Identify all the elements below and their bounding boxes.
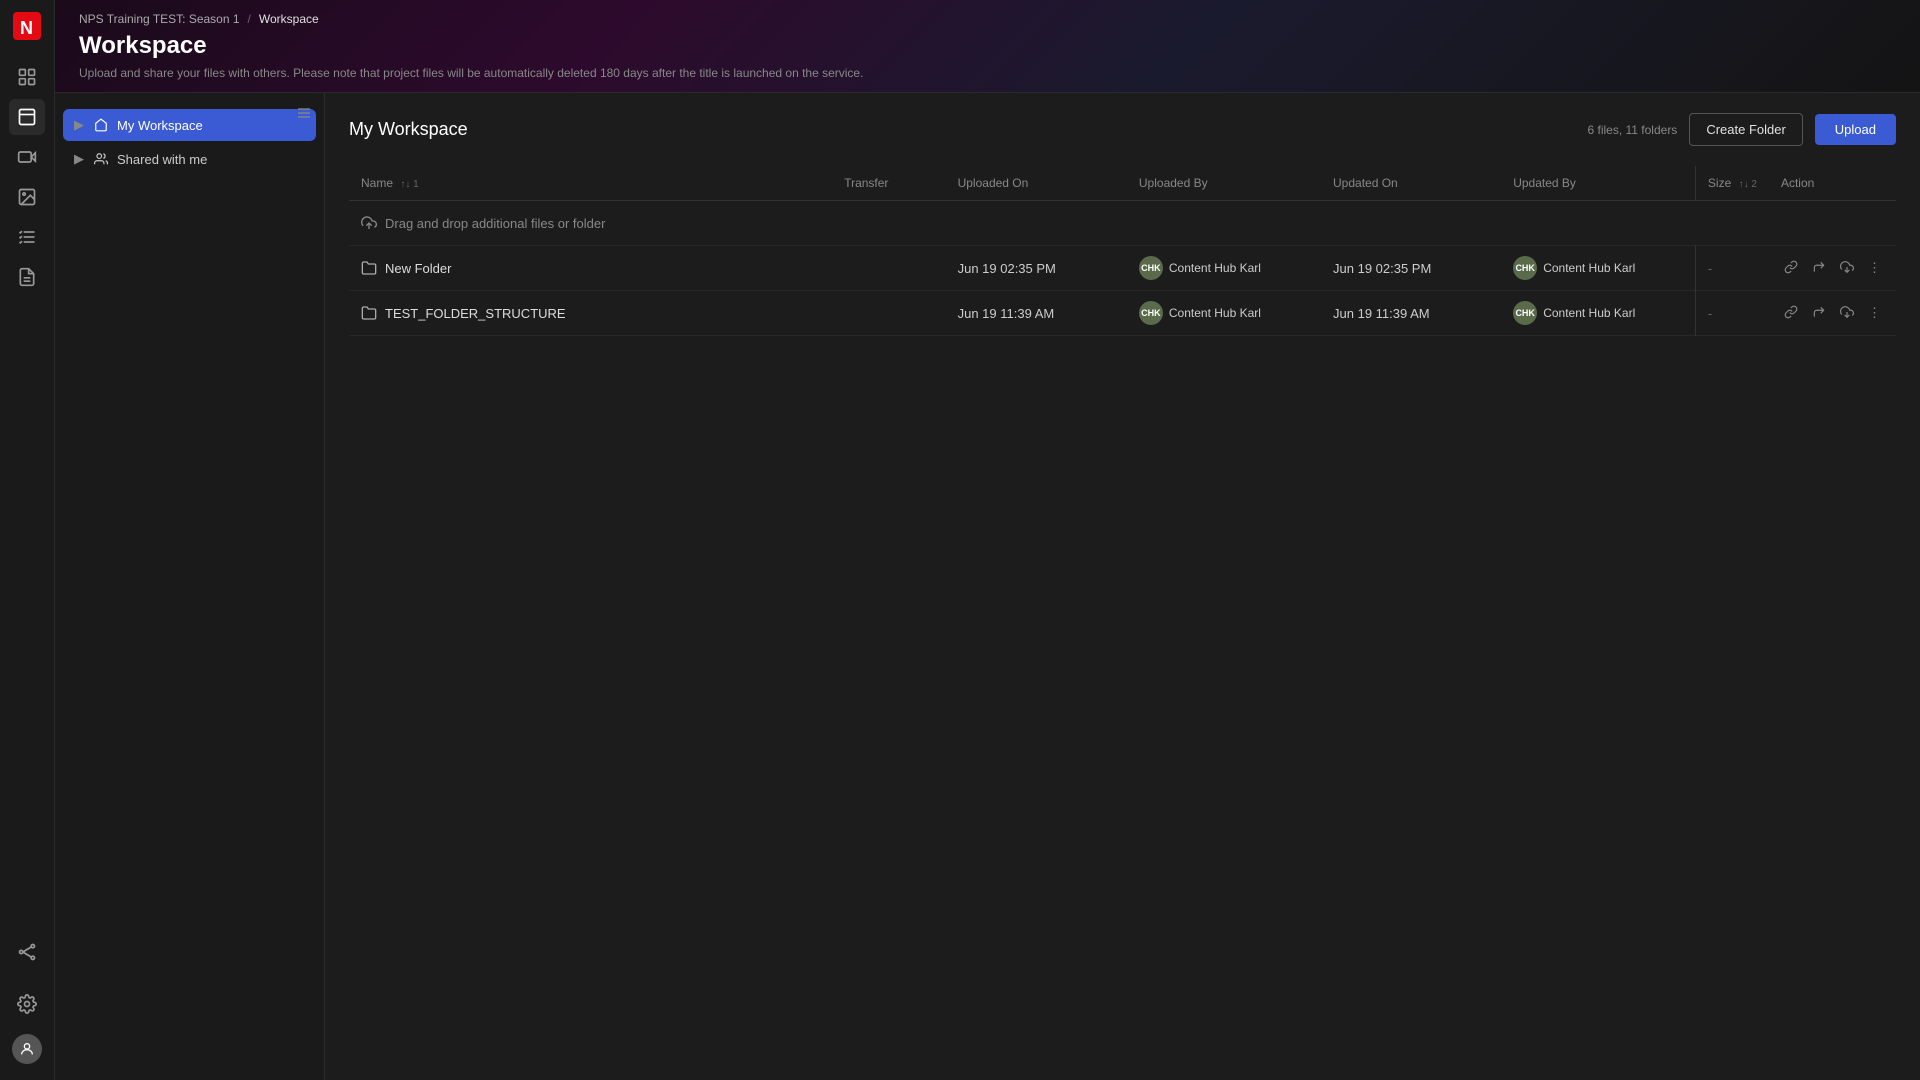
cell-size-2: -: [1695, 291, 1769, 336]
user-chip-2: CHK Content Hub Karl: [1139, 301, 1309, 325]
cell-uploaded-on-2: Jun 19 11:39 AM: [946, 291, 1127, 336]
download-icon-1[interactable]: [1837, 257, 1857, 280]
workspace-header: My Workspace 6 files, 11 folders Create …: [349, 113, 1896, 146]
user-chip-1: CHK Content Hub Karl: [1139, 256, 1309, 280]
copy-link-icon-1[interactable]: [1781, 257, 1801, 280]
upload-button[interactable]: Upload: [1815, 114, 1896, 145]
drop-zone-text: Drag and drop additional files or folder: [385, 216, 605, 231]
sidebar-item-my-workspace[interactable]: ▶ My Workspace: [63, 109, 316, 141]
nav-image-icon[interactable]: [9, 179, 45, 215]
sort-size-icon: ↑↓ 2: [1739, 179, 1757, 190]
sidebar-item-shared-with-me[interactable]: ▶ Shared with me: [63, 143, 316, 175]
user-chip-updated-2: CHK Content Hub Karl: [1513, 301, 1683, 325]
nav-video-icon[interactable]: [9, 139, 45, 175]
drop-zone-row[interactable]: Drag and drop additional files or folder: [349, 201, 1896, 246]
size-value-1: -: [1708, 261, 1712, 276]
folder-name-1: New Folder: [385, 261, 451, 276]
netflix-logo[interactable]: N: [13, 12, 41, 43]
user-name-2: Content Hub Karl: [1169, 306, 1261, 320]
col-header-name[interactable]: Name ↑↓ 1: [349, 166, 832, 201]
nav-workspace-icon[interactable]: [9, 99, 45, 135]
cell-updated-by-1: CHK Content Hub Karl: [1501, 246, 1695, 291]
cell-updated-on-1: Jun 19 02:35 PM: [1321, 246, 1501, 291]
cell-updated-on-2: Jun 19 11:39 AM: [1321, 291, 1501, 336]
file-table: Name ↑↓ 1 Transfer Uploaded On Uploaded …: [349, 166, 1896, 336]
user-avatar[interactable]: [12, 1034, 42, 1064]
workspace-actions: 6 files, 11 folders Create Folder Upload: [1587, 113, 1896, 146]
cell-uploaded-by-2: CHK Content Hub Karl: [1127, 291, 1321, 336]
share-icon-2[interactable]: [1809, 302, 1829, 325]
page-title: Workspace: [79, 32, 1896, 60]
col-header-uploaded-on[interactable]: Uploaded On: [946, 166, 1127, 201]
user-name-updated-1: Content Hub Karl: [1543, 261, 1635, 275]
user-name-1: Content Hub Karl: [1169, 261, 1261, 275]
user-chip-updated-1: CHK Content Hub Karl: [1513, 256, 1683, 280]
settings-icon[interactable]: [9, 986, 45, 1022]
cell-updated-by-2: CHK Content Hub Karl: [1501, 291, 1695, 336]
folder-icon-1: [361, 260, 377, 276]
user-badge-1: CHK: [1139, 256, 1163, 280]
file-count: 6 files, 11 folders: [1587, 123, 1677, 137]
sort-name-icon: ↑↓ 1: [400, 179, 418, 190]
cell-name-2[interactable]: TEST_FOLDER_STRUCTURE: [349, 291, 832, 336]
col-header-size[interactable]: Size ↑↓ 2: [1695, 166, 1769, 201]
svg-text:N: N: [20, 18, 33, 38]
content-area: ▶ My Workspace ▶: [55, 93, 1920, 1080]
col-header-transfer: Transfer: [832, 166, 945, 201]
cell-action-1: ⋮: [1769, 246, 1896, 291]
cell-uploaded-on-1: Jun 19 02:35 PM: [946, 246, 1127, 291]
create-folder-button[interactable]: Create Folder: [1689, 113, 1802, 146]
breadcrumb-parent[interactable]: NPS Training TEST: Season 1: [79, 12, 240, 26]
icon-rail: N: [0, 0, 55, 1080]
drop-zone-content: Drag and drop additional files or folder: [361, 215, 1884, 231]
more-icon-2[interactable]: ⋮: [1865, 302, 1884, 324]
share-icon-1[interactable]: [1809, 257, 1829, 280]
page-subtitle: Upload and share your files with others.…: [79, 66, 1896, 92]
nav-pipeline-icon[interactable]: [9, 934, 45, 970]
cell-transfer-1: [832, 246, 945, 291]
size-value-2: -: [1708, 306, 1712, 321]
breadcrumb-current: Workspace: [259, 12, 319, 26]
table-row: TEST_FOLDER_STRUCTURE Jun 19 11:39 AM CH…: [349, 291, 1896, 336]
sidebar-toggle[interactable]: [292, 101, 316, 125]
top-header: NPS Training TEST: Season 1 / Workspace …: [55, 0, 1920, 93]
folder-name-2: TEST_FOLDER_STRUCTURE: [385, 306, 566, 321]
user-badge-updated-1: CHK: [1513, 256, 1537, 280]
sidebar: ▶ My Workspace ▶: [55, 93, 325, 1080]
workspace-title: My Workspace: [349, 119, 468, 140]
breadcrumb-separator: /: [248, 12, 251, 26]
breadcrumb: NPS Training TEST: Season 1 / Workspace: [79, 12, 1896, 26]
download-icon-2[interactable]: [1837, 302, 1857, 325]
user-name-updated-2: Content Hub Karl: [1543, 306, 1635, 320]
cell-name-1[interactable]: New Folder: [349, 246, 832, 291]
copy-link-icon-2[interactable]: [1781, 302, 1801, 325]
nav-home-icon[interactable]: [9, 59, 45, 95]
action-icons-1: ⋮: [1781, 257, 1884, 280]
sidebar-arrow-my-workspace: ▶: [73, 119, 85, 131]
sidebar-label-shared: Shared with me: [117, 152, 207, 167]
main-area: NPS Training TEST: Season 1 / Workspace …: [55, 0, 1920, 1080]
nav-reports-icon[interactable]: [9, 259, 45, 295]
sidebar-arrow-shared: ▶: [73, 153, 85, 165]
col-header-uploaded-by: Uploaded By: [1127, 166, 1321, 201]
action-icons-2: ⋮: [1781, 302, 1884, 325]
more-icon-1[interactable]: ⋮: [1865, 257, 1884, 279]
cell-size-1: -: [1695, 246, 1769, 291]
workspace-main: My Workspace 6 files, 11 folders Create …: [325, 93, 1920, 1080]
nav-tasks-icon[interactable]: [9, 219, 45, 255]
user-badge-2: CHK: [1139, 301, 1163, 325]
col-header-updated-on[interactable]: Updated On: [1321, 166, 1501, 201]
user-badge-updated-2: CHK: [1513, 301, 1537, 325]
workspace-icon: [93, 117, 109, 133]
cell-transfer-2: [832, 291, 945, 336]
sidebar-label-my-workspace: My Workspace: [117, 118, 203, 133]
col-header-action: Action: [1769, 166, 1896, 201]
col-header-updated-by: Updated By: [1501, 166, 1695, 201]
table-row: New Folder Jun 19 02:35 PM CHK Content H…: [349, 246, 1896, 291]
table-header-row: Name ↑↓ 1 Transfer Uploaded On Uploaded …: [349, 166, 1896, 201]
shared-icon: [93, 151, 109, 167]
cell-uploaded-by-1: CHK Content Hub Karl: [1127, 246, 1321, 291]
folder-icon-2: [361, 305, 377, 321]
cell-action-2: ⋮: [1769, 291, 1896, 336]
